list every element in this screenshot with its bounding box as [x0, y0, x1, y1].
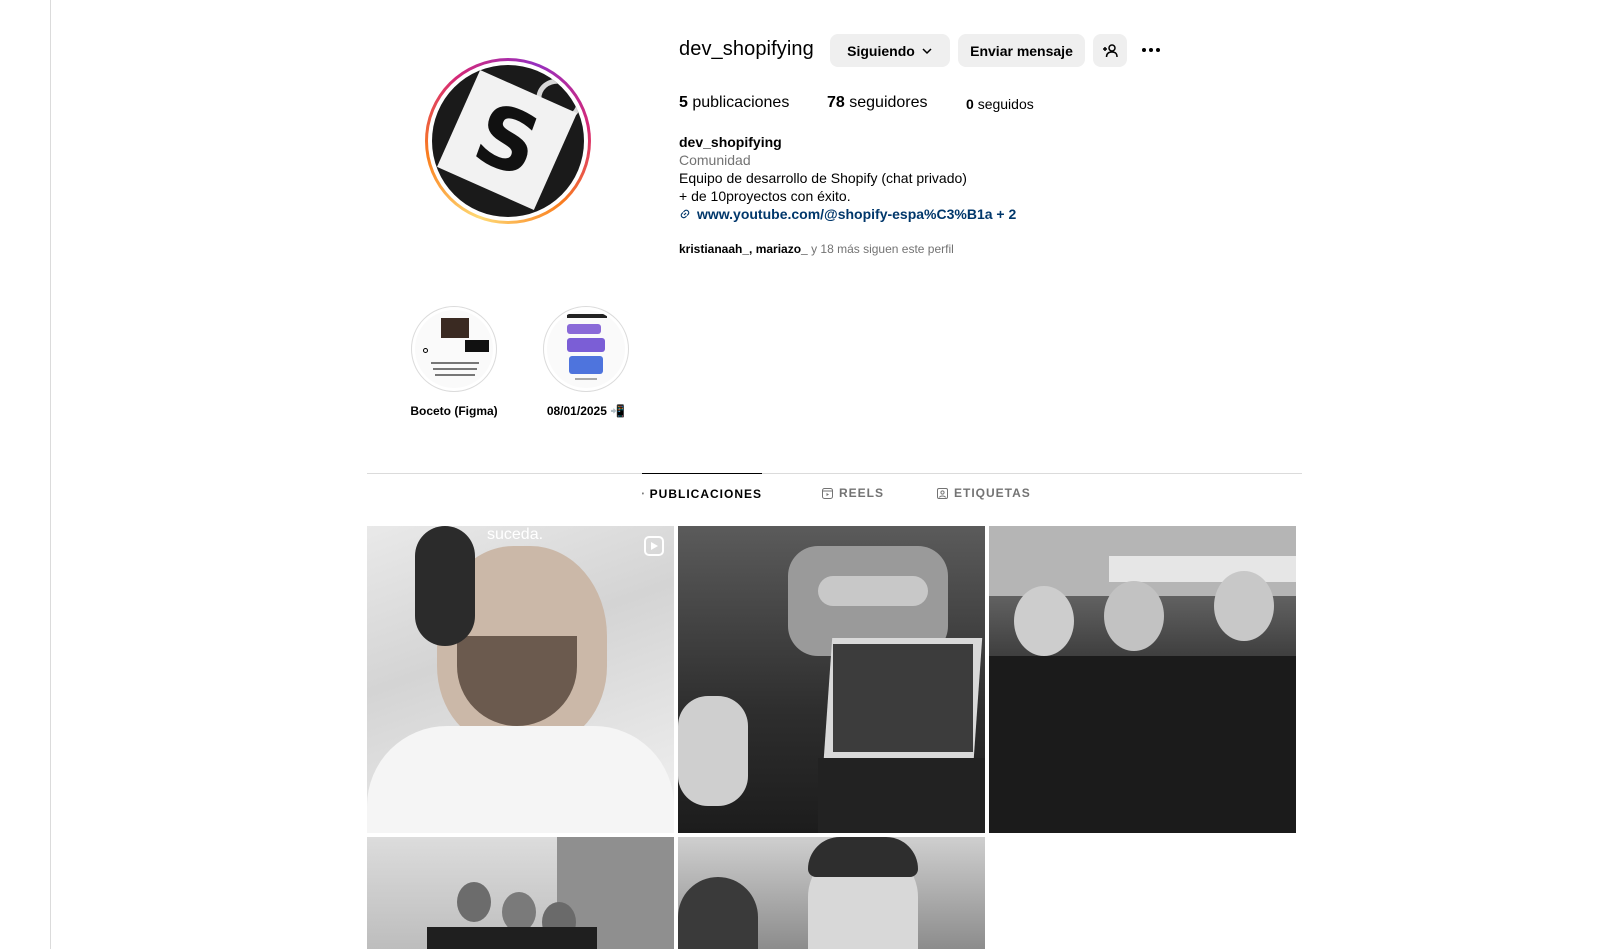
tab-posts-label: PUBLICACIONES [649, 486, 762, 501]
profile-bio: dev_shopifying Comunidad Equipo de desar… [679, 133, 1016, 223]
send-message-button[interactable]: Enviar mensaje [958, 34, 1085, 67]
tab-tagged-label: ETIQUETAS [954, 486, 1031, 500]
send-message-label: Enviar mensaje [970, 42, 1073, 59]
link-icon [680, 209, 690, 219]
followers-label: seguidores [849, 94, 928, 111]
chevron-down-icon [922, 47, 932, 54]
highlight-label: Boceto (Figma) [410, 404, 498, 418]
tab-reels-label: REELS [839, 486, 885, 500]
post-thumbnail[interactable] [678, 837, 985, 949]
profile-tabs: PUBLICACIONES REELS ETIQUETAS [0, 473, 1609, 513]
post-thumbnail[interactable] [989, 526, 1296, 833]
post-thumbnail[interactable]: suceda. [367, 526, 674, 833]
story-highlight[interactable]: Boceto (Figma) [410, 306, 498, 418]
bio-name: dev_shopifying [679, 134, 782, 150]
post-thumbnail[interactable] [367, 837, 674, 949]
tab-posts[interactable]: PUBLICACIONES [642, 473, 762, 513]
followed-by-names: kristianaah_, mariazo_ [679, 242, 808, 256]
profile-username: dev_shopifying [679, 38, 814, 60]
tab-tagged[interactable]: ETIQUETAS [937, 473, 1031, 513]
reels-icon [822, 487, 833, 499]
posts-count-stat: 5 publicaciones [679, 94, 789, 112]
reel-icon [644, 536, 664, 556]
story-highlight[interactable]: 08/01/2025 📲 [542, 306, 630, 418]
tagged-icon [937, 487, 948, 499]
bio-category: Comunidad [679, 152, 751, 168]
highlight-label: 08/01/2025 📲 [546, 404, 626, 418]
highlight-cover-figma [415, 310, 493, 388]
profile-avatar[interactable]: S [425, 58, 591, 224]
post-thumbnail[interactable] [678, 526, 985, 833]
bio-line-2: + de 10proyectos con éxito. [679, 188, 851, 204]
followed-by-summary[interactable]: kristianaah_, mariazo_ y 18 más siguen e… [679, 242, 954, 256]
following-button-label: Siguiendo [847, 42, 915, 59]
suggested-users-button[interactable] [1093, 34, 1127, 67]
post-overlay-text: suceda. [487, 526, 544, 543]
bio-line-1: Equipo de desarrollo de Shopify (chat pr… [679, 170, 967, 186]
followed-by-suffix: y 18 más siguen este perfil [807, 242, 954, 256]
add-user-icon [1103, 43, 1118, 57]
tab-reels[interactable]: REELS [822, 473, 884, 513]
following-count: 0 [966, 96, 974, 112]
more-options-icon[interactable] [1139, 40, 1163, 60]
posts-count: 5 [679, 94, 688, 111]
grid-icon [642, 492, 644, 495]
following-button[interactable]: Siguiendo [830, 34, 950, 67]
highlight-cover-chat [547, 310, 625, 388]
following-label: seguidos [977, 96, 1034, 112]
following-stat[interactable]: 0 seguidos [966, 96, 1034, 112]
followers-count: 78 [827, 94, 845, 111]
bio-link[interactable]: www.youtube.com/@shopify-espa%C3%B1a + 2 [679, 205, 1016, 223]
bio-link-text: www.youtube.com/@shopify-espa%C3%B1a + 2 [697, 206, 1017, 222]
followers-stat[interactable]: 78 seguidores [827, 94, 928, 112]
posts-label: publicaciones [692, 94, 790, 111]
